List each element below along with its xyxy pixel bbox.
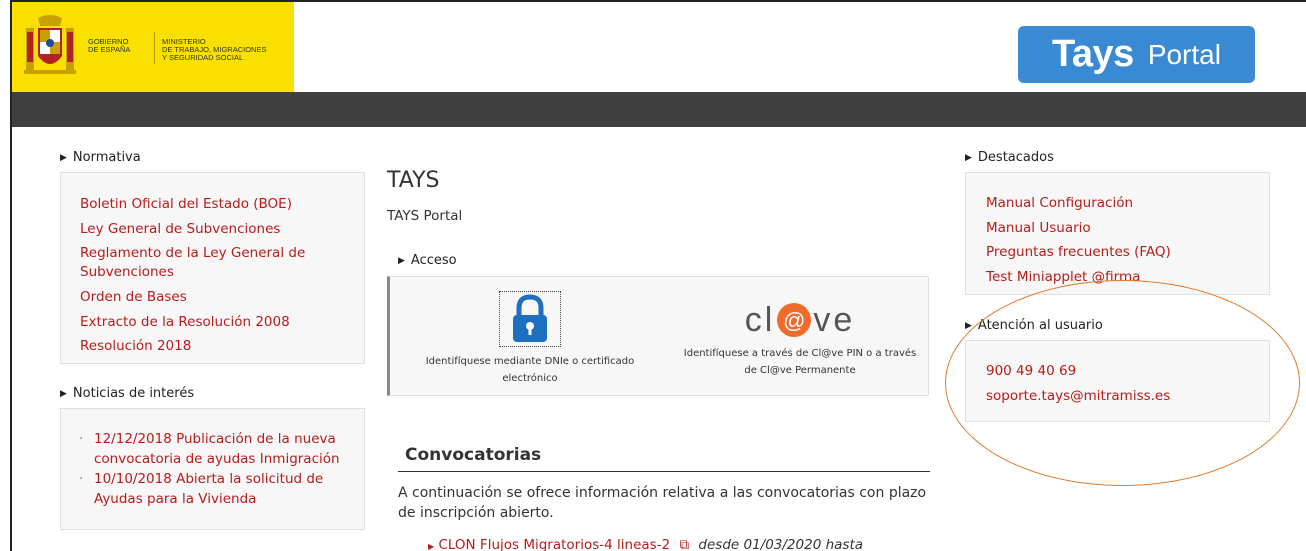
site-header: GOBIERNO DE ESPAÑA MINISTERIO DE TRABAJO… [12, 2, 1306, 92]
access-options: Identifíquese mediante DNIe o certificad… [387, 276, 929, 396]
normativa-box: Boletin Oficial del Estado (BOE) Ley Gen… [60, 172, 365, 364]
lock-icon [513, 294, 547, 342]
noticias-title: Noticias de interés [72, 386, 195, 401]
convocatorias-divider [398, 471, 930, 472]
logo-sub-text: Portal [1147, 38, 1221, 70]
clave-logo-post: ve [813, 300, 856, 339]
tays-portal-logo[interactable]: Tays Portal [1018, 26, 1255, 83]
triangle-right-icon: ▶ [60, 388, 67, 399]
news-item-vivienda[interactable]: 10/10/2018 Abierta la solicitud de Ayuda… [75, 469, 350, 509]
link-orden-bases[interactable]: Orden de Bases [80, 285, 345, 310]
navigation-bar [12, 92, 1306, 127]
bullet-triangle-icon: ▶ [428, 542, 435, 551]
triangle-right-icon: ▶ [965, 152, 972, 163]
news-list: 12/12/2018 Publicación de la nueva convo… [75, 429, 350, 509]
convocatoria-dates: desde 01/03/2020 hasta [698, 537, 864, 551]
logo-main-text: Tays [1052, 33, 1134, 75]
link-manual-configuracion[interactable]: Manual Configuración [986, 191, 1249, 216]
noticias-box: 12/12/2018 Publicación de la nueva convo… [60, 408, 365, 530]
coat-of-arms-icon [24, 15, 76, 74]
page-subtitle: TAYS Portal [387, 208, 463, 224]
gov-line-2: DE ESPAÑA [88, 45, 131, 54]
ministry-line-3: Y SEGURIDAD SOCIAL [162, 53, 244, 62]
convocatorias-description: A continuación se ofrece información rel… [398, 485, 927, 521]
government-logo[interactable]: GOBIERNO DE ESPAÑA MINISTERIO DE TRABAJO… [12, 2, 294, 92]
lock-button[interactable] [499, 291, 561, 347]
clave-at-icon: @ [777, 303, 812, 337]
clave-description: Identifíquese a través de Cl@ve PIN o a … [683, 348, 917, 376]
link-resolucion-2018[interactable]: Resolución 2018 [80, 334, 345, 359]
normativa-heading: ▶ Normativa [60, 150, 141, 165]
link-reglamento[interactable]: Reglamento de la Ley General de Subvenci… [80, 244, 345, 282]
news-item-inmigracion[interactable]: 12/12/2018 Publicación de la nueva convo… [75, 429, 350, 469]
link-manual-usuario[interactable]: Manual Usuario [986, 216, 1249, 241]
link-ley-general-subvenciones[interactable]: Ley General de Subvenciones [80, 217, 345, 242]
page-title: TAYS [387, 168, 440, 193]
ministry-name: MINISTERIO DE TRABAJO, MIGRACIONES Y SEG… [162, 38, 302, 62]
acceso-title: Acceso [410, 253, 457, 268]
destacados-heading: ▶ Destacados [965, 150, 1054, 165]
convocatorias-title: Convocatorias [405, 445, 542, 465]
clave-logo[interactable]: cl @ ve [680, 303, 920, 337]
triangle-right-icon: ▶ [60, 152, 67, 163]
destacados-box: Manual Configuración Manual Usuario Preg… [965, 172, 1270, 295]
clave-logo-pre: cl [744, 300, 776, 339]
triangle-right-icon: ▶ [398, 255, 405, 266]
highlight-annotation-ellipse [945, 280, 1300, 486]
link-faq[interactable]: Preguntas frecuentes (FAQ) [986, 240, 1249, 265]
dnie-login-option[interactable]: Identifíquese mediante DNIe o certificad… [410, 291, 650, 387]
clave-login-option[interactable]: cl @ ve Identifíquese a través de Cl@ve … [680, 303, 920, 379]
logo-divider [154, 32, 155, 64]
convocatoria-item[interactable]: ▶ CLON Flujos Migratorios-4 lineas-2 ⧉ d… [428, 537, 863, 551]
noticias-heading: ▶ Noticias de interés [60, 386, 194, 401]
convocatoria-link[interactable]: CLON Flujos Migratorios-4 lineas-2 [438, 537, 670, 551]
government-name: GOBIERNO DE ESPAÑA [88, 38, 148, 54]
dnie-description: Identifíquese mediante DNIe o certificad… [425, 356, 635, 384]
external-link-icon[interactable]: ⧉ [679, 537, 689, 551]
link-extracto-2008[interactable]: Extracto de la Resolución 2008 [80, 310, 345, 335]
acceso-heading: ▶ Acceso [398, 253, 457, 268]
destacados-title: Destacados [977, 150, 1054, 165]
normativa-title: Normativa [72, 150, 141, 165]
link-boe[interactable]: Boletin Oficial del Estado (BOE) [80, 192, 345, 217]
